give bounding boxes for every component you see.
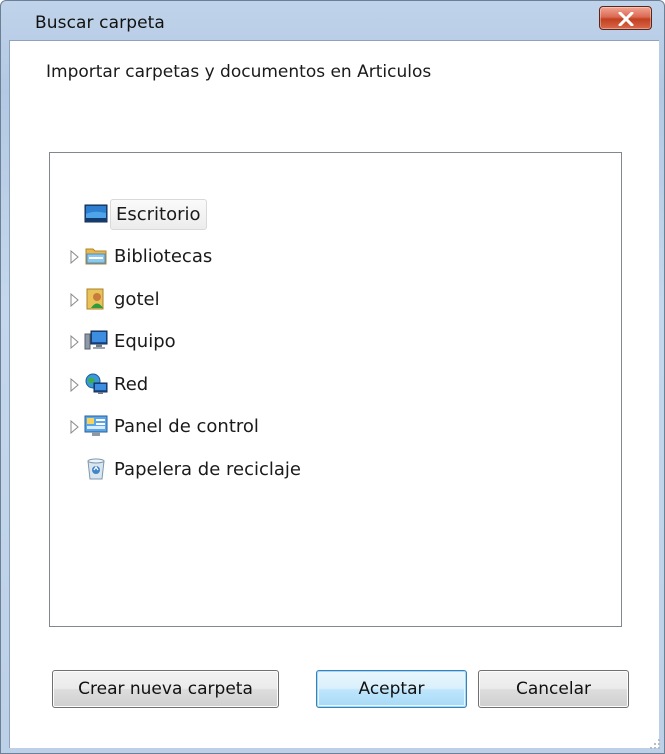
ok-button[interactable]: Aceptar: [316, 670, 467, 708]
tree-item-label: Equipo: [114, 331, 176, 352]
tree-item-label: Bibliotecas: [114, 246, 213, 267]
tree-item-equipo[interactable]: Equipo: [50, 324, 330, 358]
browse-folder-dialog: Buscar carpeta Importar carpetas y docum…: [0, 0, 665, 754]
expand-arrow-icon[interactable]: [69, 377, 81, 393]
dialog-prompt: Importar carpetas y documentos en Articu…: [46, 62, 432, 82]
tree-item-papelera-de-reciclaje[interactable]: Papelera de reciclaje: [50, 452, 370, 486]
desktop-icon: [84, 202, 108, 226]
expand-arrow-icon[interactable]: [69, 419, 81, 435]
expand-arrow-icon[interactable]: [69, 292, 81, 308]
computer-icon: [84, 329, 108, 353]
tree-item-gotel[interactable]: gotel: [50, 282, 330, 316]
title-bar[interactable]: Buscar carpeta: [1, 1, 664, 41]
create-new-folder-button[interactable]: Crear nueva carpeta: [52, 670, 279, 708]
tree-item-panel-de-control[interactable]: Panel de control: [50, 409, 370, 443]
tree-item-bibliotecas[interactable]: Bibliotecas: [50, 239, 330, 273]
tree-item-escritorio[interactable]: Escritorio: [50, 197, 330, 231]
control-panel-icon: [84, 414, 108, 438]
tree-item-label: Papelera de reciclaje: [114, 459, 302, 480]
resize-grip-icon[interactable]: [649, 738, 661, 750]
tree-item-label: Red: [114, 374, 149, 395]
tree-item-red[interactable]: Red: [50, 367, 330, 401]
user-folder-icon: [84, 287, 108, 311]
network-icon: [84, 372, 108, 396]
expand-arrow-icon[interactable]: [69, 249, 81, 265]
tree-item-label: Escritorio: [110, 199, 207, 230]
expand-arrow-icon[interactable]: [69, 334, 81, 350]
window-title: Buscar carpeta: [35, 13, 165, 33]
folder-tree[interactable]: Escritorio Bibliotecas gotel Equipo Red …: [49, 152, 622, 627]
close-x-icon: [618, 12, 634, 26]
recycle-bin-icon: [84, 457, 108, 481]
tree-item-label: gotel: [114, 289, 160, 310]
tree-item-label: Panel de control: [114, 416, 259, 437]
cancel-button[interactable]: Cancelar: [478, 670, 629, 708]
close-button[interactable]: [599, 6, 652, 30]
libraries-icon: [84, 244, 108, 268]
